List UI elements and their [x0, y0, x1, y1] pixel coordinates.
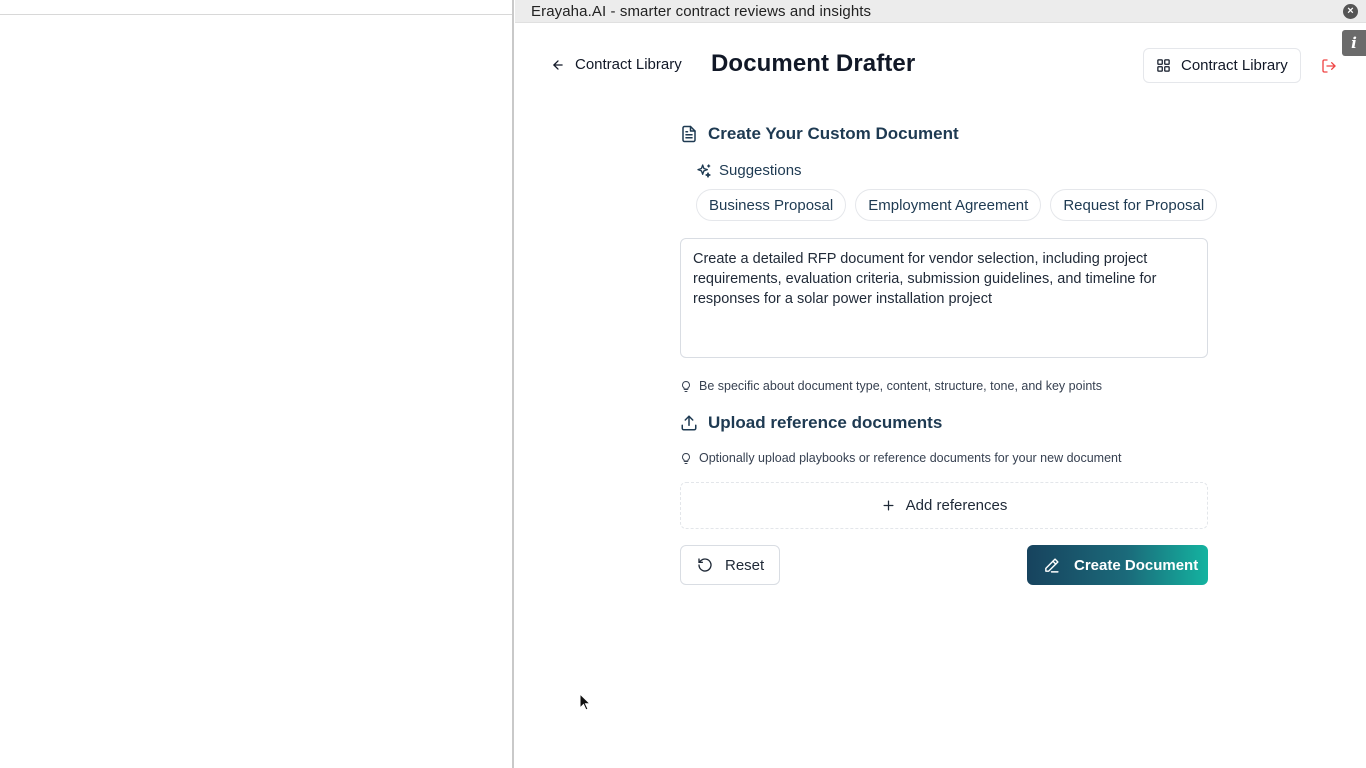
custom-document-heading-text: Create Your Custom Document — [708, 124, 959, 143]
lightbulb-icon — [682, 452, 690, 464]
upload-icon — [681, 415, 697, 431]
suggestion-chips: Business Proposal Employment Agreement R… — [696, 189, 1218, 221]
document-prompt-input[interactable] — [680, 238, 1208, 358]
back-to-library-link[interactable]: Contract Library — [551, 56, 682, 73]
create-document-button[interactable]: Create Document — [1027, 545, 1208, 585]
suggestions-heading: Suggestions — [696, 162, 1208, 179]
left-pane-divider — [0, 14, 512, 15]
drafter-form: Create Your Custom Document Suggestions … — [680, 124, 1218, 585]
suggestions-label: Suggestions — [719, 162, 802, 179]
custom-document-heading: Create Your Custom Document — [680, 124, 1208, 144]
logout-icon[interactable] — [1321, 58, 1337, 74]
document-icon — [682, 125, 696, 143]
contract-library-button-label: Contract Library — [1181, 57, 1288, 74]
close-icon[interactable]: × — [1343, 4, 1358, 19]
left-pane — [0, 0, 514, 768]
extension-panel: Erayaha.AI - smarter contract reviews an… — [515, 0, 1366, 768]
form-actions: Reset Create Document — [680, 545, 1208, 585]
prompt-hint: Be specific about document type, content… — [680, 379, 1208, 393]
reset-button[interactable]: Reset — [680, 545, 780, 585]
lightbulb-icon — [682, 380, 690, 392]
back-link-label: Contract Library — [575, 56, 682, 73]
window-title: Erayaha.AI - smarter contract reviews an… — [531, 3, 872, 20]
upload-hint-text: Optionally upload playbooks or reference… — [699, 451, 1122, 465]
page-title: Document Drafter — [711, 50, 916, 77]
upload-heading: Upload reference documents — [680, 413, 1208, 433]
suggestion-chip-request-for-proposal[interactable]: Request for Proposal — [1050, 189, 1218, 221]
pen-icon — [1045, 557, 1059, 573]
add-references-dropzone[interactable]: Add references — [680, 482, 1208, 529]
reset-button-label: Reset — [725, 556, 765, 574]
arrow-left-icon — [553, 59, 563, 70]
suggestion-chip-employment-agreement[interactable]: Employment Agreement — [855, 189, 1042, 221]
window-titlebar: Erayaha.AI - smarter contract reviews an… — [515, 0, 1366, 23]
grid-icon — [1157, 59, 1170, 72]
plus-icon — [883, 500, 894, 511]
upload-hint: Optionally upload playbooks or reference… — [680, 451, 1208, 465]
create-document-button-label: Create Document — [1074, 556, 1199, 574]
upload-heading-text: Upload reference documents — [708, 413, 943, 432]
prompt-hint-text: Be specific about document type, content… — [699, 379, 1103, 393]
suggestion-chip-business-proposal[interactable]: Business Proposal — [696, 189, 847, 221]
mouse-cursor-icon — [579, 693, 591, 711]
add-references-label: Add references — [905, 497, 1008, 514]
info-icon[interactable]: i — [1342, 30, 1366, 56]
rotate-ccw-icon — [698, 558, 712, 572]
contract-library-button[interactable]: Contract Library — [1143, 48, 1301, 83]
sparkles-icon — [697, 163, 711, 178]
